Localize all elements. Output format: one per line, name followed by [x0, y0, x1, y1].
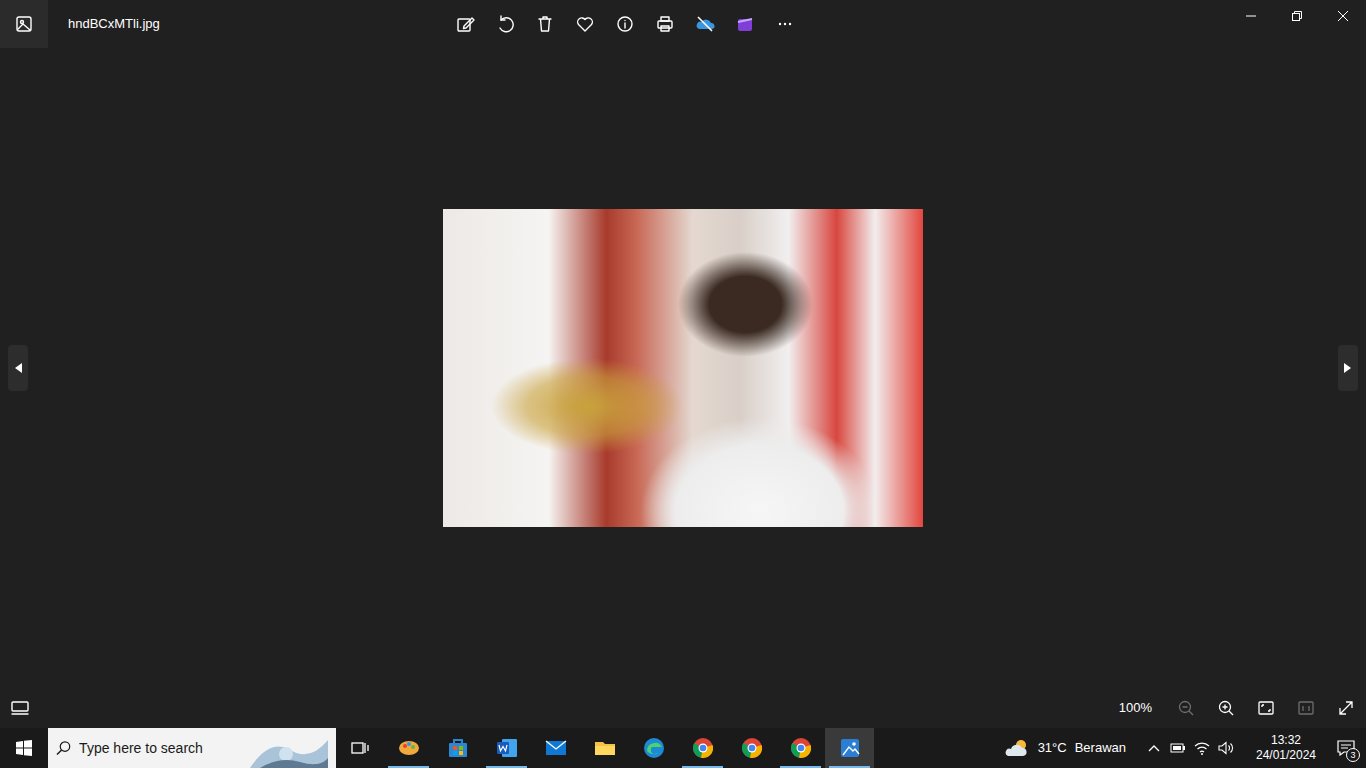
actual-size-button — [1286, 688, 1326, 728]
viewer — [0, 48, 1366, 688]
taskbar-app[interactable] — [825, 728, 874, 768]
taskbar-app[interactable] — [384, 728, 433, 768]
chrome-icon — [789, 736, 813, 760]
edit-button[interactable] — [445, 4, 485, 44]
search-input[interactable] — [71, 738, 250, 759]
favorite-button[interactable] — [565, 4, 605, 44]
mail-icon — [544, 736, 568, 760]
search-highlight-icon — [250, 728, 328, 768]
weather-widget[interactable]: 31°C Berawan — [1004, 737, 1142, 759]
print-icon — [655, 14, 675, 34]
cloud-sun-icon — [1004, 737, 1030, 759]
delete-button[interactable] — [525, 4, 565, 44]
notification-button[interactable]: 3 — [1326, 728, 1366, 768]
battery-icon[interactable] — [1166, 728, 1190, 768]
weather-temperature: 31°C — [1038, 738, 1067, 758]
chrome-icon — [691, 736, 715, 760]
title-bar: hndBCxMTli.jpg — [0, 0, 1366, 48]
clipchamp-icon — [735, 14, 755, 34]
onedrive-button[interactable] — [685, 4, 725, 44]
chrome-icon — [740, 736, 764, 760]
close-button[interactable] — [1320, 0, 1366, 32]
taskbar-app[interactable] — [531, 728, 580, 768]
taskbar-app[interactable] — [433, 728, 482, 768]
taskbar-app[interactable] — [727, 728, 776, 768]
zoom-reading: 100% — [1119, 698, 1166, 718]
running-indicator — [780, 766, 821, 768]
taskbar-app[interactable] — [776, 728, 825, 768]
photos-icon — [838, 736, 862, 760]
next-button[interactable] — [1338, 345, 1358, 391]
previous-button[interactable] — [8, 345, 28, 391]
wifi-icon[interactable] — [1190, 728, 1214, 768]
info-icon — [615, 14, 635, 34]
notification-count: 3 — [1346, 748, 1360, 762]
photo-area — [28, 209, 1338, 527]
fit-button[interactable] — [1246, 688, 1286, 728]
taskbar-apps — [384, 728, 874, 768]
weather-condition: Berawan — [1075, 738, 1126, 758]
toolbar — [160, 4, 1228, 44]
clock[interactable]: 13:3224/01/2024 — [1246, 728, 1326, 768]
search-box[interactable] — [48, 728, 336, 768]
taskbar-app[interactable] — [580, 728, 629, 768]
taskbar-app[interactable] — [482, 728, 531, 768]
window-title: hndBCxMTli.jpg — [48, 14, 160, 34]
next-icon — [1343, 362, 1353, 374]
more-icon — [775, 14, 795, 34]
running-indicator — [829, 766, 870, 768]
start-button[interactable] — [0, 728, 48, 768]
photos-app-icon[interactable] — [0, 0, 48, 48]
bottom-bar: 100% — [0, 688, 1366, 728]
edit-icon — [455, 14, 475, 34]
fullscreen-button[interactable] — [1326, 688, 1366, 728]
volume-icon[interactable] — [1214, 728, 1238, 768]
onedrive-icon — [695, 14, 715, 34]
running-indicator — [682, 766, 723, 768]
taskbar-app[interactable] — [678, 728, 727, 768]
taskbar-app[interactable] — [629, 728, 678, 768]
more-button[interactable] — [765, 4, 805, 44]
clock-date: 24/01/2024 — [1256, 748, 1316, 763]
explorer-icon — [593, 736, 617, 760]
taskbar: 31°C Berawan 13:3224/01/2024 3 — [0, 728, 1366, 768]
print-button[interactable] — [645, 4, 685, 44]
delete-icon — [535, 14, 555, 34]
running-indicator — [388, 766, 429, 768]
zoom-controls: 100% — [1119, 688, 1366, 728]
filmstrip-button[interactable] — [0, 688, 40, 728]
rotate-icon — [495, 14, 515, 34]
window-controls — [1228, 0, 1366, 32]
show-hidden-icons-button[interactable] — [1142, 728, 1166, 768]
search-icon — [56, 740, 71, 756]
edge-icon — [642, 736, 666, 760]
favorite-icon — [575, 14, 595, 34]
rotate-button[interactable] — [485, 4, 525, 44]
minimize-button[interactable] — [1228, 0, 1274, 32]
restore-button[interactable] — [1274, 0, 1320, 32]
paint-icon — [397, 736, 421, 760]
photo — [443, 209, 923, 527]
system-tray: 31°C Berawan 13:3224/01/2024 3 — [1004, 728, 1366, 768]
running-indicator — [486, 766, 527, 768]
info-button[interactable] — [605, 4, 645, 44]
zoom-out-button — [1166, 688, 1206, 728]
word-icon — [495, 736, 519, 760]
previous-icon — [13, 362, 23, 374]
clock-time: 13:32 — [1271, 733, 1301, 748]
clipchamp-button[interactable] — [725, 4, 765, 44]
task-view-button[interactable] — [336, 728, 384, 768]
zoom-in-button[interactable] — [1206, 688, 1246, 728]
store-icon — [446, 736, 470, 760]
